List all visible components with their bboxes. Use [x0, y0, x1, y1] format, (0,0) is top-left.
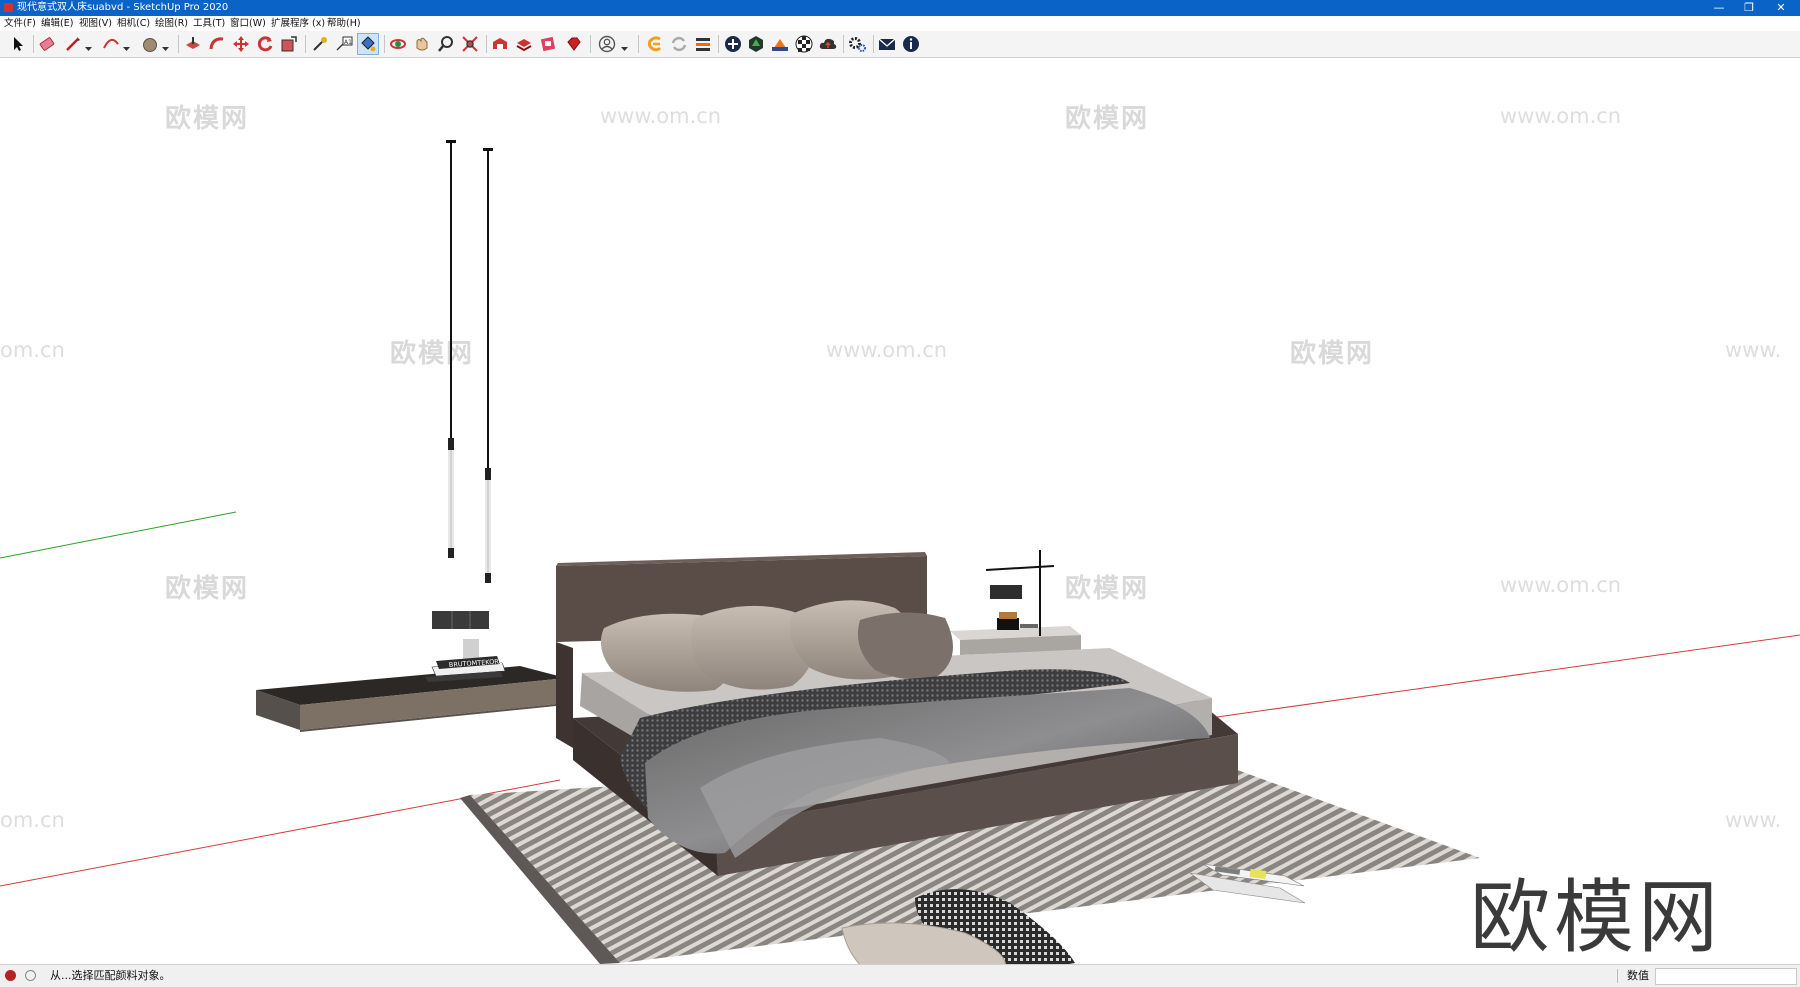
- toolbar-separator: [384, 35, 385, 53]
- account-icon[interactable]: [597, 34, 617, 54]
- circle-icon[interactable]: [140, 34, 160, 54]
- toolbar-separator: [638, 35, 639, 53]
- eraser-icon[interactable]: [37, 34, 57, 54]
- extension-warehouse-icon[interactable]: [514, 34, 534, 54]
- menu-file[interactable]: 文件(F): [4, 16, 36, 31]
- status-bar: 从...选择匹配颜料对象。 数值: [0, 964, 1800, 987]
- stack-icon[interactable]: [693, 34, 713, 54]
- menu-bar: 文件(F) 编辑(E) 视图(V) 相机(C) 绘图(R) 工具(T) 窗口(W…: [0, 16, 1800, 32]
- floating-nightstand-left: BRUTOMTEKORA: [256, 639, 566, 732]
- mail-icon[interactable]: [877, 34, 897, 54]
- geo-location-icon[interactable]: [5, 970, 16, 981]
- brand-logo: 欧模网: [1470, 871, 1722, 964]
- text-icon[interactable]: A1: [334, 34, 354, 54]
- zoom-icon[interactable]: [436, 34, 456, 54]
- ruby-icon[interactable]: [564, 34, 584, 54]
- add-icon[interactable]: [723, 34, 743, 54]
- scale-icon[interactable]: [279, 34, 299, 54]
- menu-camera[interactable]: 相机(C): [117, 16, 150, 31]
- minimize-button[interactable]: —: [1708, 0, 1730, 16]
- model-scene: BRUTOMTEKORA: [0, 140, 1800, 964]
- follow-me-icon[interactable]: [207, 34, 227, 54]
- title-bar: 现代意式双人床suabvd - SketchUp Pro 2020 — ❐ ✕: [0, 0, 1800, 16]
- wall-switch-panel: [432, 611, 489, 629]
- cube-icon[interactable]: [746, 34, 766, 54]
- paint-bucket-icon[interactable]: [357, 33, 379, 55]
- info-icon[interactable]: [901, 34, 921, 54]
- arc-dropdown-icon[interactable]: [123, 39, 130, 51]
- toolbar-separator: [486, 35, 487, 53]
- layout-icon[interactable]: [538, 34, 558, 54]
- measurements-label: 数值: [1627, 969, 1649, 982]
- settings-icon[interactable]: [847, 34, 867, 54]
- cloud-icon[interactable]: [818, 34, 838, 54]
- gradient-icon[interactable]: [770, 34, 790, 54]
- menu-draw[interactable]: 绘图(R): [155, 16, 188, 31]
- menu-help[interactable]: 帮助(H): [327, 16, 361, 31]
- sync-icon[interactable]: [669, 34, 689, 54]
- plugin-logo-icon[interactable]: [645, 34, 665, 54]
- menu-tools[interactable]: 工具(T): [193, 16, 225, 31]
- menu-extensions[interactable]: 扩展程序 (x): [271, 16, 325, 31]
- red-axis: [1209, 634, 1800, 719]
- nightstand-right: [950, 550, 1081, 655]
- toolbar-separator: [843, 35, 844, 53]
- push-pull-icon[interactable]: [183, 34, 203, 54]
- tape-measure-icon[interactable]: [310, 34, 330, 54]
- drawing-viewport[interactable]: 欧模网 www.om.cn 欧模网 www.om.cn om.cn 欧模网 ww…: [0, 58, 1800, 964]
- line-dropdown-icon[interactable]: [85, 39, 92, 51]
- svg-text:A1: A1: [344, 39, 352, 46]
- status-divider: [1617, 969, 1618, 983]
- toolbar-separator: [590, 35, 591, 53]
- zoom-extents-icon[interactable]: [460, 34, 480, 54]
- menu-window[interactable]: 窗口(W): [230, 16, 266, 31]
- status-message: 从...选择匹配颜料对象。: [50, 969, 171, 982]
- toolbar-separator: [178, 35, 179, 53]
- menu-view[interactable]: 视图(V): [79, 16, 112, 31]
- orbit-icon[interactable]: [388, 34, 408, 54]
- move-icon[interactable]: [231, 34, 251, 54]
- toolbar-separator: [718, 35, 719, 53]
- menu-edit[interactable]: 编辑(E): [41, 16, 73, 31]
- sketchup-app-icon: [4, 3, 13, 12]
- rotate-icon[interactable]: [255, 34, 275, 54]
- credits-icon[interactable]: [25, 970, 36, 981]
- pendant-lamp: [483, 148, 493, 583]
- green-axis: [0, 511, 237, 559]
- pan-icon[interactable]: [412, 34, 432, 54]
- shape-dropdown-icon[interactable]: [162, 39, 169, 51]
- toolbar: A1: [0, 31, 1800, 58]
- restore-button[interactable]: ❐: [1738, 0, 1760, 16]
- account-dropdown-icon[interactable]: [621, 39, 628, 51]
- toolbar-separator: [873, 35, 874, 53]
- toolbar-separator: [305, 35, 306, 53]
- toolbar-separator: [33, 35, 34, 53]
- line-icon[interactable]: [63, 34, 83, 54]
- close-button[interactable]: ✕: [1770, 0, 1792, 16]
- measurements-input[interactable]: [1655, 968, 1797, 985]
- arc-icon[interactable]: [101, 34, 121, 54]
- select-icon[interactable]: [8, 34, 28, 54]
- window-title: 现代意式双人床suabvd - SketchUp Pro 2020: [17, 2, 229, 13]
- checker-icon[interactable]: [794, 34, 814, 54]
- pendant-lamp: [446, 140, 456, 558]
- warehouse-icon[interactable]: [490, 34, 510, 54]
